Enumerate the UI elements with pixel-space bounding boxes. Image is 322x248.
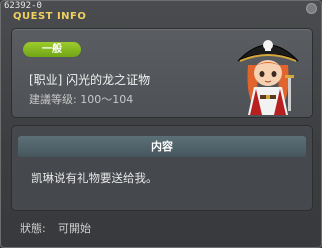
titlebar[interactable]: 62392-0 QUEST INFO — [1, 1, 321, 23]
quest-code: 62392-0 — [4, 1, 42, 11]
status-label: 狀態: — [20, 222, 46, 235]
status-value: 可開始 — [58, 222, 91, 235]
quest-name: [职业] 闪光的龙之证物 — [29, 73, 151, 87]
content-header: 内容 — [18, 136, 306, 157]
quest-info-window: 62392-0 QUEST INFO 一般 [职业] 闪光的龙之证物 建議等级:… — [0, 0, 322, 248]
quest-type-badge: 一般 — [23, 42, 81, 57]
quest-summary-panel: 一般 [职业] 闪光的龙之证物 建議等级: 100～104 — [11, 28, 313, 118]
window-title: QUEST INFO — [13, 11, 87, 22]
pirate-captain-npc-icon — [237, 40, 299, 115]
content-text: 凯琳说有礼物要送给我。 — [31, 171, 158, 185]
recommended-level: 建議等级: 100～104 — [29, 93, 134, 106]
close-icon[interactable] — [306, 3, 317, 14]
quest-content-panel: 内容 凯琳说有礼物要送给我。 — [11, 125, 313, 211]
